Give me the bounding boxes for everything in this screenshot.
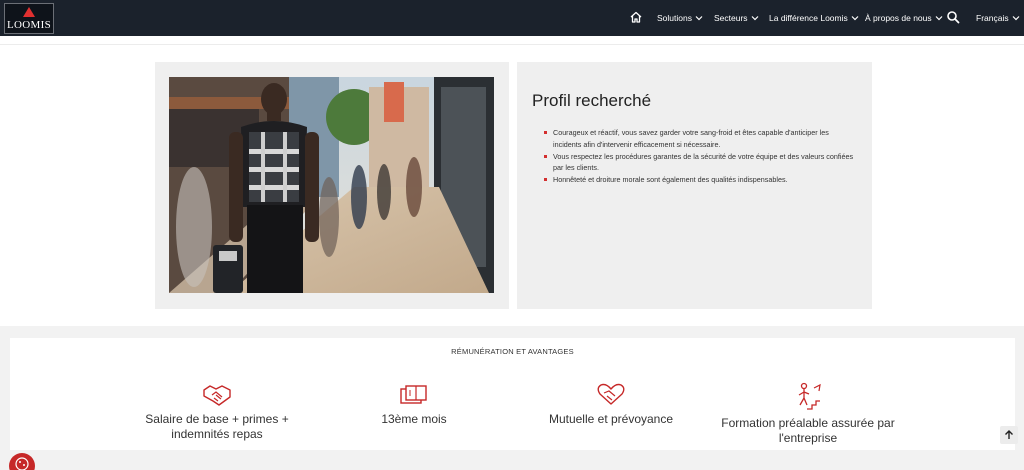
profile-title: Profil recherché [532, 91, 652, 110]
benefit-training: Formation préalable assurée par l'entrep… [718, 382, 898, 446]
chevron-down-icon [851, 16, 859, 21]
nav-a-propos-label: À propos de nous [865, 13, 932, 23]
banknotes-icon [400, 385, 427, 404]
language-selector[interactable]: Français [976, 0, 1020, 36]
nav-secteurs-label: Secteurs [714, 13, 748, 23]
benefit-label: 13ème mois [381, 412, 447, 426]
handshake-icon [203, 385, 231, 406]
chevron-down-icon [1012, 16, 1020, 21]
chevron-down-icon [695, 16, 703, 21]
nav-difference-label: La différence Loomis [769, 13, 848, 23]
profile-item: Vous respectez les procédures garantes d… [544, 151, 858, 174]
nav-difference-loomis[interactable]: La différence Loomis [769, 0, 859, 36]
benefit-label: Mutuelle et prévoyance [548, 412, 674, 426]
chevron-down-icon [935, 16, 943, 21]
arrow-up-icon [1005, 430, 1013, 439]
nav-solutions[interactable]: Solutions [657, 0, 703, 36]
language-label: Français [976, 13, 1009, 23]
benefit-insurance: Mutuelle et prévoyance [521, 382, 701, 427]
profile-list: Courageux et réactif, vous savez garder … [544, 127, 858, 186]
scroll-to-top-button[interactable] [1000, 426, 1018, 444]
benefit-label: Formation préalable assurée par l'entrep… [721, 416, 895, 445]
benefits-section: RÉMUNÉRATION ET AVANTAGES Salaire de bas… [10, 338, 1015, 450]
cookie-icon [15, 457, 29, 470]
home-icon[interactable] [629, 10, 645, 26]
training-stairs-icon [798, 382, 821, 410]
chevron-down-icon [751, 16, 758, 21]
search-icon[interactable] [946, 10, 962, 26]
profile-item: Honnêteté et droiture morale sont égalem… [544, 174, 858, 186]
profile-item: Courageux et réactif, vous savez garder … [544, 127, 858, 150]
loomis-logo[interactable]: LOOMIS [4, 3, 54, 34]
nav-secteurs[interactable]: Secteurs [714, 0, 759, 36]
nav-a-propos[interactable]: À propos de nous [865, 0, 943, 36]
heart-hand-icon [597, 383, 625, 405]
benefit-label: Salaire de base + primes + indemnités re… [145, 412, 289, 441]
security-guard-photo [169, 77, 494, 293]
benefit-13th-month: 13ème mois [324, 382, 504, 427]
benefits-title: RÉMUNÉRATION ET AVANTAGES [451, 347, 574, 356]
benefit-salary: Salaire de base + primes + indemnités re… [127, 382, 307, 442]
nav-solutions-label: Solutions [657, 13, 692, 23]
logo-text: LOOMIS [7, 19, 51, 31]
logo-triangle-icon [23, 7, 35, 17]
divider [0, 44, 1024, 45]
